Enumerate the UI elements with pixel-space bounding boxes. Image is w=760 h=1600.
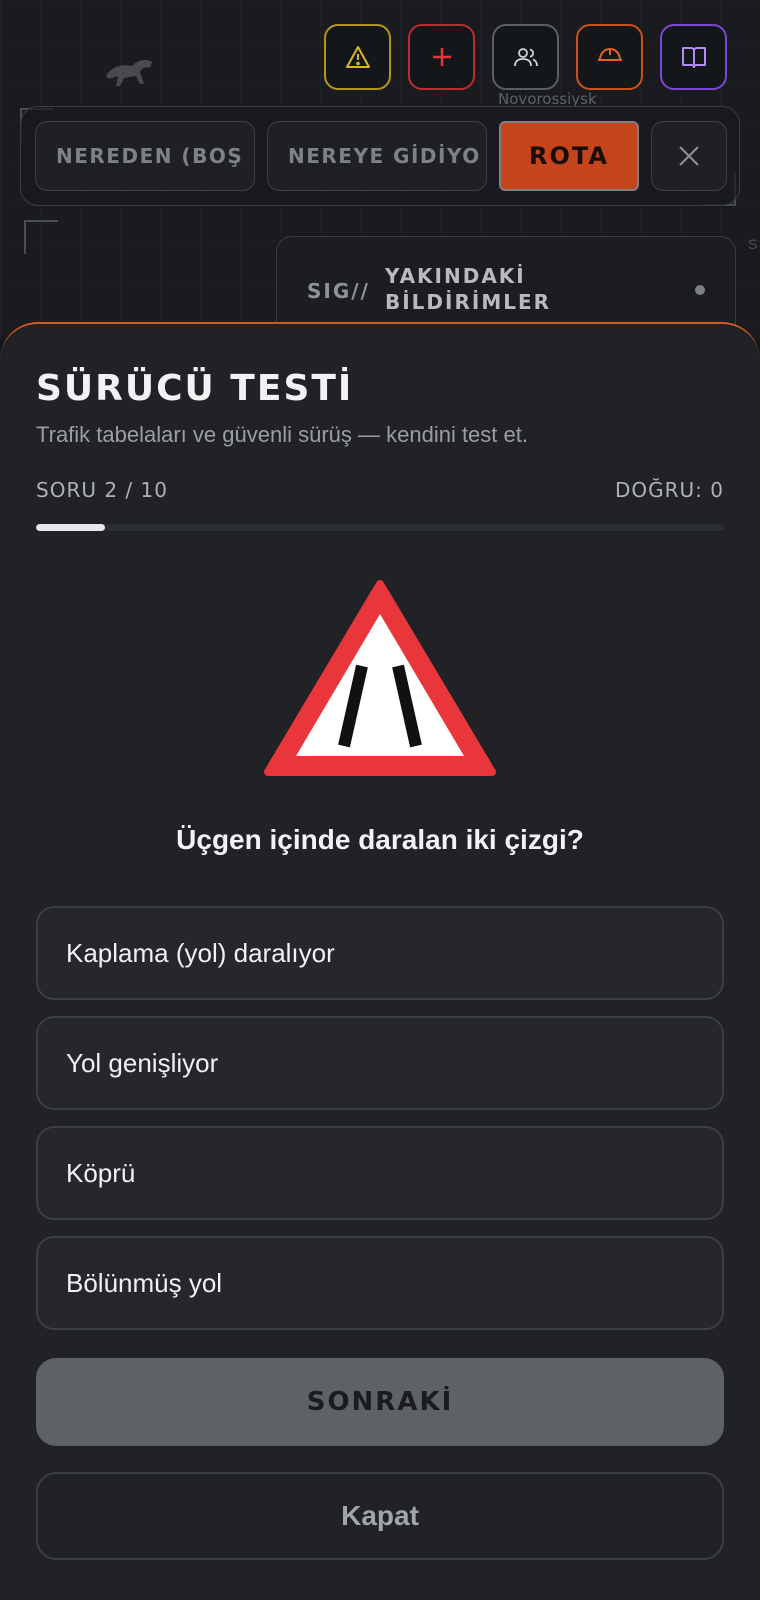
next-question-button[interactable]: SONRAKİ [36, 1358, 724, 1446]
helmet-icon [597, 48, 622, 61]
guide-book-button[interactable] [660, 24, 727, 90]
question-counter: SORU 2 / 10 [36, 478, 168, 502]
top-action-bar [324, 24, 727, 90]
quiz-title: SÜRÜCÜ TESTİ [36, 368, 354, 409]
answer-options: Kaplama (yol) daralıyor Yol genişliyor K… [36, 906, 724, 1346]
helmet-button[interactable] [576, 24, 643, 90]
route-to-input[interactable] [267, 121, 487, 191]
answer-option[interactable]: Yol genişliyor [36, 1016, 724, 1110]
signal-tag: SIG// [307, 279, 370, 303]
question-text: Üçgen içinde daralan iki çizgi? [176, 824, 584, 855]
route-search-bar: ROTA [20, 106, 740, 206]
status-dot [695, 285, 705, 295]
route-close-button[interactable] [651, 121, 727, 191]
add-button[interactable] [408, 24, 475, 90]
quiz-subtitle: Trafik tabelaları ve güvenli sürüş — ken… [36, 422, 528, 447]
close-icon [679, 146, 699, 166]
route-from-input[interactable] [35, 121, 255, 191]
close-quiz-button[interactable]: Kapat [36, 1472, 724, 1560]
answer-option[interactable]: Bölünmüş yol [36, 1236, 724, 1330]
quiz-progress-bar [36, 524, 724, 531]
road-narrows-warning-sign-icon [264, 580, 496, 776]
map-horse-figure [100, 52, 160, 92]
route-button[interactable]: ROTA [499, 121, 639, 191]
quiz-progress-fill [36, 524, 105, 531]
plus-icon [432, 48, 451, 66]
answer-option[interactable]: Kaplama (yol) daralıyor [36, 906, 724, 1000]
users-button[interactable] [492, 24, 559, 90]
notifications-title: YAKINDAKİ BİLDİRİMLER [385, 264, 552, 314]
map-edge-label: S [748, 236, 758, 252]
hud-corner [24, 220, 58, 254]
book-icon [681, 47, 706, 68]
report-hazard-button[interactable] [324, 24, 391, 90]
correct-counter: DOĞRU: 0 [615, 478, 724, 502]
answer-option[interactable]: Köprü [36, 1126, 724, 1220]
users-icon [513, 48, 538, 67]
driver-quiz-sheet: SÜRÜCÜ TESTİ Trafik tabelaları ve güvenl… [0, 322, 760, 1600]
warning-icon [345, 46, 370, 68]
